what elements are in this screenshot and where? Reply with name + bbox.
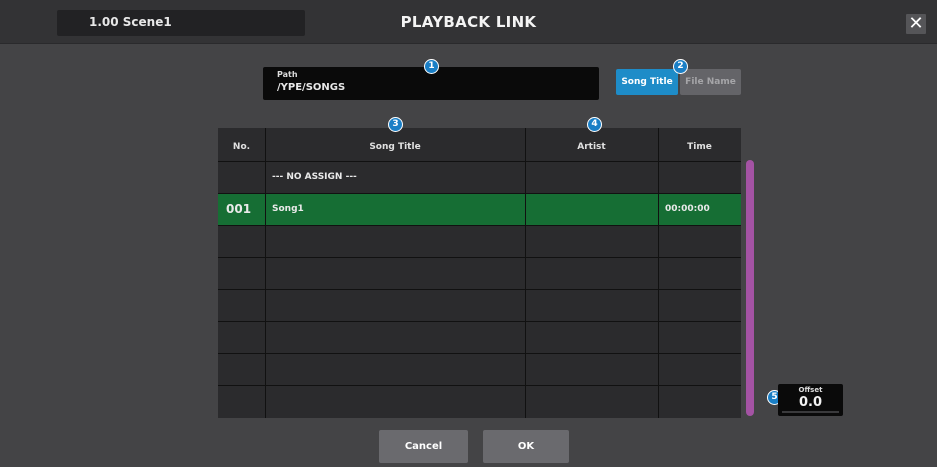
column-header-time: Time xyxy=(687,142,712,152)
path-label: Path xyxy=(277,70,298,79)
table-row[interactable] xyxy=(218,290,741,321)
title-bar: 1.00 Scene1 PLAYBACK LINK ✕ xyxy=(0,0,937,44)
table-divider xyxy=(218,193,741,194)
table-row[interactable] xyxy=(218,258,741,289)
table-divider xyxy=(218,161,741,162)
offset-value: 0.0 xyxy=(798,395,823,410)
table-divider xyxy=(218,353,741,354)
table-divider xyxy=(525,128,526,418)
callout-badge-2: 2 xyxy=(673,59,688,74)
callout-badge-4: 4 xyxy=(587,117,602,132)
table-divider xyxy=(218,257,741,258)
table-row-selected[interactable]: 001 Song1 00:00:00 xyxy=(218,194,741,225)
row-song-title: Song1 xyxy=(272,204,304,214)
list-scrollbar[interactable] xyxy=(746,160,754,416)
table-row[interactable] xyxy=(218,354,741,385)
table-divider xyxy=(658,128,659,418)
file-name-mode-button[interactable]: File Name xyxy=(680,69,741,95)
table-divider xyxy=(218,385,741,386)
song-list-table: No. Song Title Artist Time --- NO ASSIGN… xyxy=(218,128,741,418)
cancel-button[interactable]: Cancel xyxy=(379,430,468,463)
offset-label: Offset xyxy=(798,386,823,394)
offset-knob-display[interactable]: Offset 0.0 xyxy=(778,384,843,416)
table-divider xyxy=(265,128,266,418)
callout-badge-3: 3 xyxy=(388,117,403,132)
ok-button[interactable]: OK xyxy=(483,430,569,463)
row-no: 001 xyxy=(226,202,252,216)
column-header-artist: Artist xyxy=(577,142,606,152)
table-row[interactable] xyxy=(218,322,741,353)
close-icon[interactable]: ✕ xyxy=(906,14,926,34)
table-divider xyxy=(218,321,741,322)
column-header-no: No. xyxy=(232,142,251,152)
path-value: /YPE/SONGS xyxy=(277,82,346,93)
dialog-title: PLAYBACK LINK xyxy=(400,13,537,31)
table-row[interactable]: --- NO ASSIGN --- xyxy=(218,162,741,193)
column-header-song-title: Song Title xyxy=(369,142,421,152)
offset-level-bar xyxy=(782,411,839,413)
table-row[interactable] xyxy=(218,226,741,257)
table-divider xyxy=(218,225,741,226)
table-divider xyxy=(218,289,741,290)
callout-badge-1: 1 xyxy=(424,59,439,74)
row-time: 00:00:00 xyxy=(665,204,710,214)
table-row[interactable] xyxy=(218,386,741,417)
song-title-mode-button[interactable]: Song Title xyxy=(616,69,678,95)
row-song-title: --- NO ASSIGN --- xyxy=(272,172,357,182)
